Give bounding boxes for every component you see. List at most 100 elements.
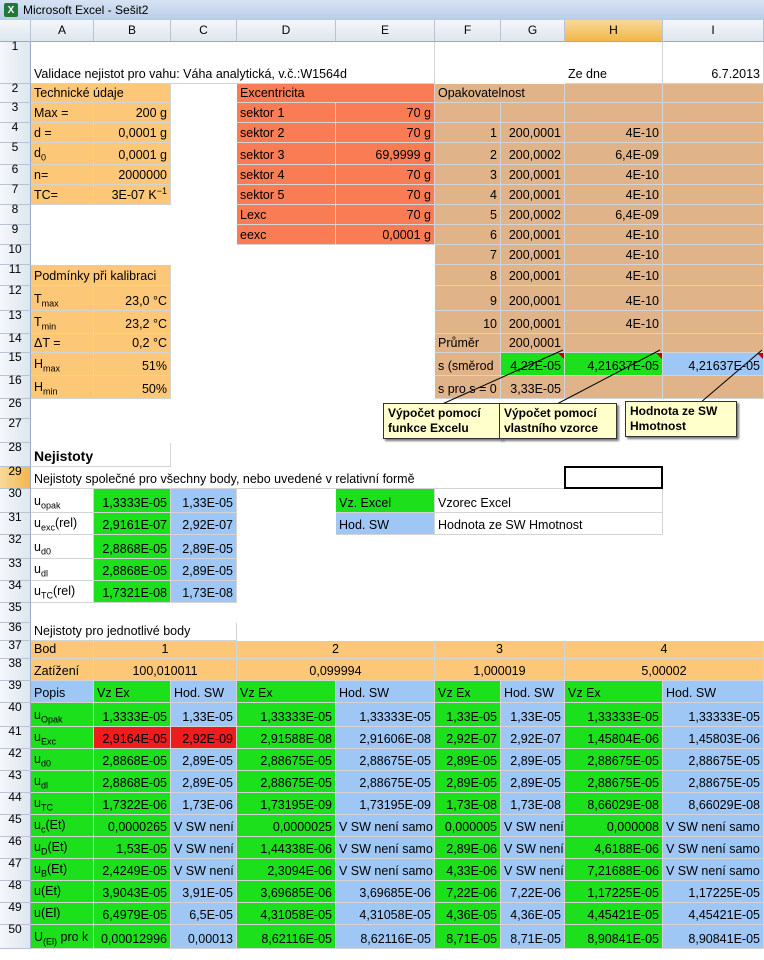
comment-indicator-icon[interactable] xyxy=(656,353,662,359)
col-hodsw[interactable]: Hod. SW xyxy=(171,681,237,703)
body-value[interactable]: 2,8868E-05 xyxy=(94,749,171,771)
opak-square[interactable]: 4E-10 xyxy=(565,311,663,334)
body-value[interactable]: 1,33E-05 xyxy=(501,703,565,727)
tech-label[interactable]: Max = xyxy=(31,103,94,123)
body-value[interactable]: 4,36E-05 xyxy=(501,903,565,925)
body-value[interactable]: 2,89E-05 xyxy=(501,749,565,771)
kal-label[interactable]: Hmin xyxy=(31,376,94,399)
bod-label[interactable]: Bod xyxy=(31,641,94,659)
body-value[interactable]: 1,17225E-05 xyxy=(565,881,663,903)
nej-label[interactable]: udl xyxy=(31,559,94,581)
s0-label[interactable]: s pro s = 0 xyxy=(435,376,501,399)
body-value[interactable]: 4,45421E-05 xyxy=(663,903,764,925)
nej-sw[interactable]: 2,89E-05 xyxy=(171,535,237,559)
exc-value[interactable]: 70 g xyxy=(336,103,435,123)
exc-label[interactable]: Lexc xyxy=(237,205,336,225)
body-value[interactable]: 8,62116E-05 xyxy=(237,925,336,949)
legend-sw-tag[interactable]: Hod. SW xyxy=(336,513,435,535)
body-value[interactable]: 8,62116E-05 xyxy=(336,925,435,949)
zatizeni-value[interactable]: 100,010011 xyxy=(94,659,237,681)
body-value[interactable]: 2,89E-05 xyxy=(171,749,237,771)
legend-excel-tag[interactable]: Vz. Excel xyxy=(336,489,435,513)
opak-bg[interactable] xyxy=(663,376,764,399)
exc-header[interactable]: Excentricita xyxy=(237,84,435,103)
s0-value[interactable]: 3,33E-05 xyxy=(501,376,565,399)
opak-bg[interactable] xyxy=(565,334,663,353)
opak-bg[interactable] xyxy=(663,334,764,353)
opak-index[interactable]: 7 xyxy=(435,245,501,265)
legend-excel[interactable]: Vzorec Excel xyxy=(435,489,663,513)
tech-value[interactable]: 0,0001 g xyxy=(94,143,171,165)
nej-sw[interactable]: 1,73E-08 xyxy=(171,581,237,603)
bod-number[interactable]: 2 xyxy=(237,641,435,659)
nej-sw[interactable]: 2,89E-05 xyxy=(171,559,237,581)
body-value[interactable]: 2,88675E-05 xyxy=(663,771,764,793)
tech-header[interactable]: Technické údaje xyxy=(31,84,171,103)
opak-bg[interactable] xyxy=(663,103,764,123)
body-value[interactable]: 1,73E-06 xyxy=(171,793,237,815)
col-vzex[interactable]: Vz Ex xyxy=(435,681,501,703)
opak-bg[interactable] xyxy=(501,103,565,123)
opak-bg[interactable] xyxy=(663,84,764,103)
opak-square[interactable]: 6,4E-09 xyxy=(565,205,663,225)
body-row-label[interactable]: u(Et) xyxy=(31,881,94,903)
exc-value[interactable]: 70 g xyxy=(336,165,435,185)
zatizeni-value[interactable]: 5,00002 xyxy=(565,659,764,681)
body-value[interactable]: 2,89E-05 xyxy=(171,771,237,793)
zatizeni-value[interactable]: 0,099994 xyxy=(237,659,435,681)
nej-excel[interactable]: 2,9161E-07 xyxy=(94,513,171,535)
body-row-label[interactable]: uOpak xyxy=(31,703,94,727)
body-value[interactable]: 0,000005 xyxy=(435,815,501,837)
opak-bg[interactable] xyxy=(663,205,764,225)
body-value[interactable]: 8,66029E-08 xyxy=(663,793,764,815)
column-header-b[interactable]: B xyxy=(94,20,171,42)
opak-value[interactable]: 200,0001 xyxy=(501,225,565,245)
opak-index[interactable]: 4 xyxy=(435,185,501,205)
nej-sw[interactable]: 2,92E-07 xyxy=(171,513,237,535)
opak-square[interactable]: 4E-10 xyxy=(565,245,663,265)
body-value[interactable]: 2,92E-09 xyxy=(171,727,237,749)
body-value[interactable]: 1,73E-08 xyxy=(435,793,501,815)
nej-label[interactable]: uopak xyxy=(31,489,94,513)
kal-value[interactable]: 51% xyxy=(94,353,171,376)
opak-value[interactable]: 200,0001 xyxy=(501,123,565,143)
opak-bg[interactable] xyxy=(565,103,663,123)
body-value[interactable]: 2,89E-06 xyxy=(435,837,501,859)
kal-label[interactable]: ΔT = xyxy=(31,334,94,353)
exc-value[interactable]: 69,9999 g xyxy=(336,143,435,165)
col-vzex[interactable]: Vz Ex xyxy=(237,681,336,703)
body-row-label[interactable]: uExc xyxy=(31,727,94,749)
stddev-formula[interactable]: 4,21637E-05 xyxy=(565,353,663,376)
column-header-f[interactable]: F xyxy=(435,20,501,42)
body-value[interactable]: 2,91588E-08 xyxy=(237,727,336,749)
body-value[interactable]: 6,5E-05 xyxy=(171,903,237,925)
callout-note[interactable]: Hodnota ze SW Hmotnost xyxy=(625,401,737,437)
opak-square[interactable]: 4E-10 xyxy=(565,265,663,286)
opak-bg[interactable] xyxy=(663,311,764,334)
body-value[interactable]: 2,88675E-05 xyxy=(237,771,336,793)
body-value[interactable]: 2,8868E-05 xyxy=(94,771,171,793)
body-value[interactable]: 2,3094E-06 xyxy=(237,859,336,881)
body-value[interactable]: 1,44338E-06 xyxy=(237,837,336,859)
body-value[interactable]: 4,36E-05 xyxy=(435,903,501,925)
opak-bg[interactable] xyxy=(663,265,764,286)
body-value[interactable]: 4,6188E-06 xyxy=(565,837,663,859)
body-row-label[interactable]: uD(Et) xyxy=(31,837,94,859)
kal-label[interactable]: Hmax xyxy=(31,353,94,376)
opak-bg[interactable] xyxy=(565,376,663,399)
body-value[interactable]: V SW není samo xyxy=(663,815,764,837)
col-hodsw[interactable]: Hod. SW xyxy=(336,681,435,703)
exc-label[interactable]: eexc xyxy=(237,225,336,245)
body-value[interactable]: 2,88675E-05 xyxy=(336,771,435,793)
body-value[interactable]: 0,00013 xyxy=(171,925,237,949)
body-value[interactable]: 3,69685E-06 xyxy=(237,881,336,903)
kal-label[interactable]: Tmax xyxy=(31,286,94,311)
opak-index[interactable]: 8 xyxy=(435,265,501,286)
kal-label[interactable]: Tmin xyxy=(31,311,94,334)
opak-bg[interactable] xyxy=(565,84,663,103)
body-row-label[interactable]: uc(Et) xyxy=(31,815,94,837)
body-value[interactable]: 7,22E-06 xyxy=(435,881,501,903)
zatizeni-value[interactable]: 1,000019 xyxy=(435,659,565,681)
opak-square[interactable]: 4E-10 xyxy=(565,225,663,245)
column-header-g[interactable]: G xyxy=(501,20,565,42)
